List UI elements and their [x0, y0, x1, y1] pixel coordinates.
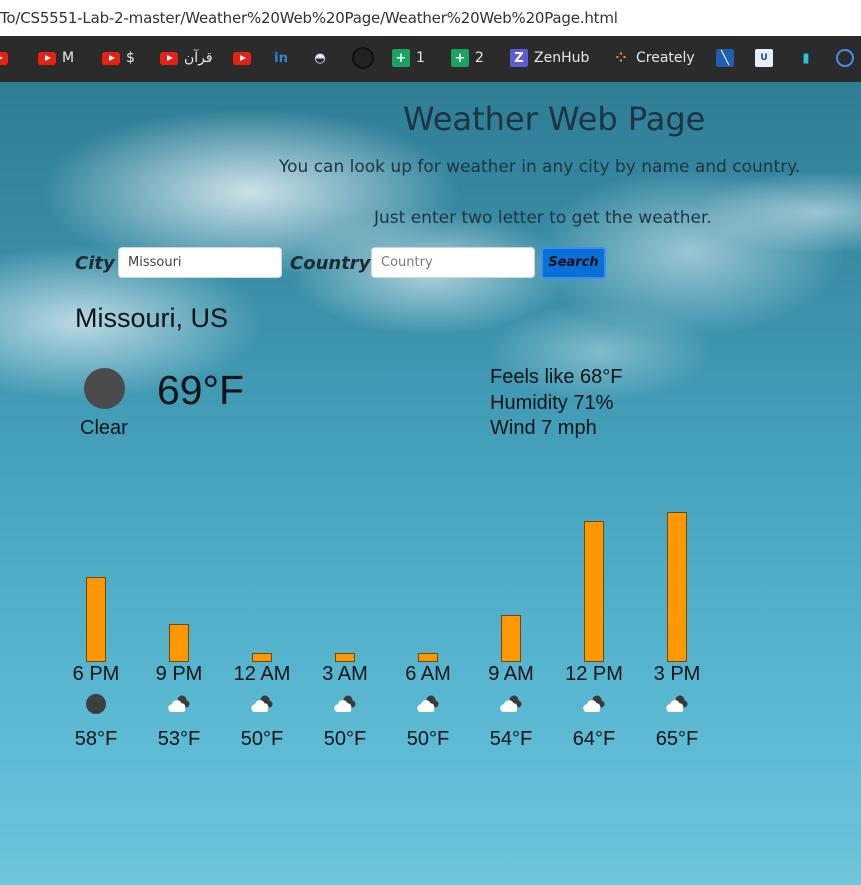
page-title: Weather Web Page [403, 100, 706, 138]
bookmark-label: 2 [475, 50, 484, 66]
country-input[interactable] [371, 247, 535, 278]
forecast-temperature: 50°F [406, 728, 450, 750]
youtube-icon [38, 51, 56, 65]
forecast-time: 9 AM [488, 663, 534, 685]
sheets-icon: + [392, 49, 410, 67]
forecast-bar [418, 652, 438, 662]
current-temperature: 69°F [157, 367, 245, 413]
partly-cloudy-icon [665, 693, 689, 715]
bookmark-item[interactable]: +2 [451, 47, 484, 69]
weather-page-background [0, 82, 861, 885]
address-bar[interactable]: To/CS5551-Lab-2-master/Weather%20Web%20P… [0, 0, 861, 37]
bookmark-label: 1 [416, 50, 425, 66]
wind: Wind 7 mph [490, 417, 597, 439]
bookmark-item[interactable]: ▮ [797, 47, 815, 69]
bookmark-item[interactable] [836, 47, 854, 69]
forecast-temperature: 50°F [240, 728, 284, 750]
bookmark-item[interactable]: Z ZenHub [510, 47, 589, 69]
partly-cloudy-icon [416, 693, 440, 715]
current-location: Missouri, US [75, 303, 229, 333]
city-label: City [75, 253, 115, 274]
forecast-temperature: 65°F [655, 728, 699, 750]
forecast-bar [252, 652, 272, 662]
country-label: Country [290, 253, 371, 274]
search-button[interactable]: Search [541, 247, 606, 279]
bookmark-item[interactable]: ⁘ Creately [612, 47, 695, 69]
current-condition: Clear [80, 417, 128, 439]
forecast-time: 6 PM [72, 663, 120, 685]
bookmark-label: ZenHub [534, 50, 590, 66]
github-icon [352, 47, 374, 69]
forecast-time: 9 PM [155, 663, 203, 685]
partly-cloudy-icon [250, 693, 274, 715]
bookmark-label: Creately [636, 50, 695, 66]
bookmark-item[interactable]: ◓ [311, 47, 329, 69]
clear-night-icon [84, 693, 108, 715]
bookmark-item[interactable] [0, 47, 8, 69]
forecast-time: 6 AM [405, 663, 451, 685]
bookmark-label: $ [126, 50, 135, 66]
bookmark-item[interactable]: U [755, 47, 773, 69]
circle-icon [836, 49, 854, 67]
bookmark-item[interactable]: +1 [392, 47, 425, 69]
forecast-temperature: 64°F [572, 728, 616, 750]
humidity: Humidity 71% [490, 392, 614, 414]
forecast-bar [584, 521, 604, 662]
sheets-icon: + [451, 49, 469, 67]
zenhub-icon: Z [510, 49, 528, 67]
forecast-bar [169, 624, 189, 662]
clear-night-icon [84, 368, 125, 409]
partly-cloudy-icon [167, 693, 191, 715]
bookmark-item[interactable]: ╲ [716, 47, 734, 69]
forecast-bar [335, 652, 355, 662]
bookmark-item[interactable]: M [38, 47, 74, 69]
dashboard-icon: ◓ [314, 50, 326, 66]
bookmark-label: قرآن [184, 50, 213, 66]
partly-cloudy-icon [333, 693, 357, 715]
city-input[interactable] [118, 247, 282, 278]
forecast-temperature: 58°F [74, 728, 118, 750]
umkc-icon: U [755, 49, 773, 67]
youtube-icon [0, 51, 8, 65]
linkedin-icon: in [274, 50, 288, 66]
bookmark-item[interactable] [233, 47, 251, 69]
url-text[interactable]: To/CS5551-Lab-2-master/Weather%20Web%20P… [0, 9, 618, 27]
bookmark-item[interactable] [352, 47, 374, 69]
page-subtitle: You can look up for weather in any city … [279, 157, 801, 177]
bookmark-item[interactable]: قرآن [160, 47, 213, 69]
page-instructions: Just enter two letter to get the weather… [374, 208, 712, 228]
bookmark-item[interactable]: in [272, 47, 290, 69]
forecast-time: 3 PM [653, 663, 701, 685]
forecast-temperature: 50°F [323, 728, 367, 750]
forecast-bar [667, 511, 687, 662]
creately-icon: ⁘ [615, 50, 627, 66]
partly-cloudy-icon [499, 693, 523, 715]
forecast-temperature: 53°F [157, 728, 201, 750]
bookmark-label: M [62, 50, 75, 66]
feels-like: Feels like 68°F [490, 366, 623, 388]
youtube-icon [233, 51, 251, 65]
forecast-time: 12 AM [233, 663, 291, 685]
partly-cloudy-icon [582, 693, 606, 715]
bookmark-item[interactable]: $ [102, 47, 135, 69]
analytics-icon: ▮ [802, 50, 810, 66]
forecast-time: 3 AM [322, 663, 368, 685]
forecast-temperature: 54°F [489, 728, 533, 750]
forecast-bar [501, 615, 521, 662]
youtube-icon [102, 51, 120, 65]
bookmarks-bar: M $ قرآن in ◓ +1 +2 Z ZenHub ⁘ Creately ╲ U ▮ [0, 36, 861, 82]
forecast-time: 12 PM [565, 663, 623, 685]
forecast-bar [86, 577, 106, 662]
flag-icon: ╲ [716, 49, 734, 67]
youtube-icon [160, 51, 178, 65]
